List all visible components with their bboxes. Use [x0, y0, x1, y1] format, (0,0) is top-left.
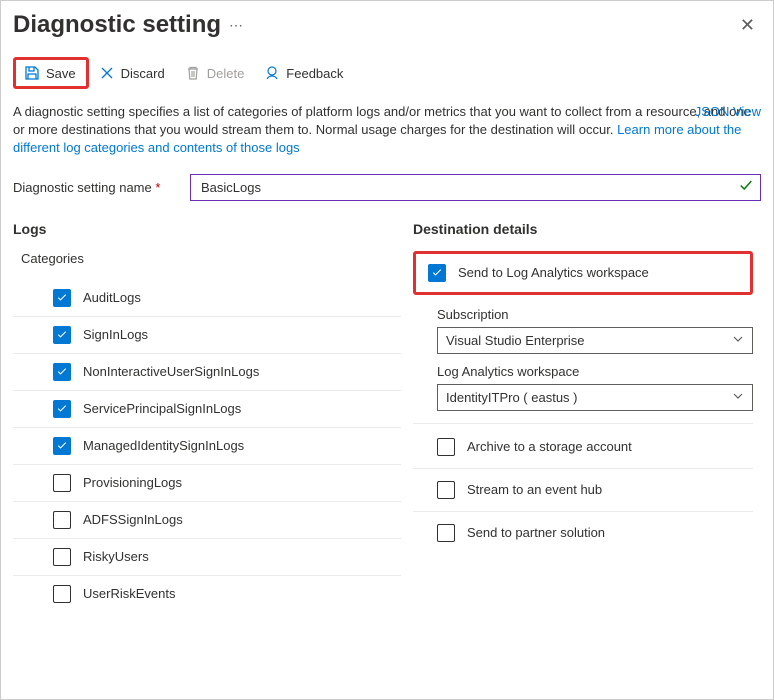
subscription-label: Subscription: [437, 307, 753, 322]
setting-name-label: Diagnostic setting name *: [13, 180, 178, 195]
log-label: UserRiskEvents: [83, 586, 175, 601]
log-checkbox[interactable]: [53, 400, 71, 418]
categories-label: Categories: [21, 251, 413, 266]
log-item[interactable]: AuditLogs: [13, 280, 401, 317]
required-asterisk: *: [155, 180, 160, 195]
subscription-value: Visual Studio Enterprise: [446, 333, 585, 348]
log-checkbox[interactable]: [53, 363, 71, 381]
logs-title: Logs: [13, 221, 413, 237]
send-law-option[interactable]: Send to Log Analytics workspace: [413, 251, 753, 295]
stream-label: Stream to an event hub: [467, 482, 602, 497]
log-item[interactable]: ADFSSignInLogs: [13, 502, 401, 539]
log-label: SignInLogs: [83, 327, 148, 342]
json-view-link[interactable]: JSON View: [695, 103, 761, 121]
description: JSON View A diagnostic setting specifies…: [13, 103, 761, 158]
save-icon: [24, 65, 40, 81]
log-checkbox[interactable]: [53, 437, 71, 455]
log-checkbox[interactable]: [53, 585, 71, 603]
setting-name-text: Diagnostic setting name: [13, 180, 152, 195]
delete-label: Delete: [207, 66, 245, 81]
save-label: Save: [46, 66, 76, 81]
chevron-down-icon: [732, 333, 744, 348]
send-law-checkbox[interactable]: [428, 264, 446, 282]
delete-icon: [185, 65, 201, 81]
setting-name-row: Diagnostic setting name *: [13, 174, 761, 201]
feedback-button[interactable]: Feedback: [256, 60, 353, 86]
main-columns: Logs Categories AuditLogs SignInLogs NonIn…: [13, 221, 761, 612]
destination-column: Destination details Send to Log Analytic…: [413, 221, 761, 612]
chevron-down-icon: [732, 390, 744, 405]
archive-checkbox[interactable]: [437, 438, 455, 456]
setting-name-input-wrap: [190, 174, 761, 201]
close-button[interactable]: ✕: [734, 13, 761, 38]
partner-checkbox[interactable]: [437, 524, 455, 542]
log-checkbox[interactable]: [53, 511, 71, 529]
partner-option[interactable]: Send to partner solution: [413, 512, 753, 554]
log-item[interactable]: UserRiskEvents: [13, 576, 401, 612]
log-checkbox[interactable]: [53, 474, 71, 492]
log-checkbox[interactable]: [53, 326, 71, 344]
law-details: Subscription Visual Studio Enterprise Lo…: [413, 307, 753, 424]
workspace-value: IdentityITPro ( eastus ): [446, 390, 578, 405]
feedback-label: Feedback: [286, 66, 343, 81]
archive-label: Archive to a storage account: [467, 439, 632, 454]
workspace-select[interactable]: IdentityITPro ( eastus ): [437, 384, 753, 411]
logs-column: Logs Categories AuditLogs SignInLogs NonIn…: [13, 221, 413, 612]
logs-list: AuditLogs SignInLogs NonInteractiveUserSig…: [13, 280, 413, 612]
log-item[interactable]: ServicePrincipalSignInLogs: [13, 391, 401, 428]
destination-title: Destination details: [413, 221, 753, 237]
partner-label: Send to partner solution: [467, 525, 605, 540]
log-checkbox[interactable]: [53, 289, 71, 307]
discard-icon: [99, 65, 115, 81]
save-button[interactable]: Save: [16, 60, 86, 86]
workspace-label: Log Analytics workspace: [437, 364, 753, 379]
log-item[interactable]: ManagedIdentitySignInLogs: [13, 428, 401, 465]
more-ellipsis[interactable]: ⋯: [229, 17, 245, 34]
delete-button: Delete: [177, 60, 255, 86]
subscription-select[interactable]: Visual Studio Enterprise: [437, 327, 753, 354]
log-item[interactable]: NonInteractiveUserSignInLogs: [13, 354, 401, 391]
log-item[interactable]: ProvisioningLogs: [13, 465, 401, 502]
feedback-icon: [264, 65, 280, 81]
stream-checkbox[interactable]: [437, 481, 455, 499]
log-label: ProvisioningLogs: [83, 475, 182, 490]
setting-name-input[interactable]: [190, 174, 761, 201]
discard-button[interactable]: Discard: [91, 60, 175, 86]
log-item[interactable]: SignInLogs: [13, 317, 401, 354]
archive-option[interactable]: Archive to a storage account: [413, 426, 753, 469]
log-label: RiskyUsers: [83, 549, 149, 564]
log-checkbox[interactable]: [53, 548, 71, 566]
log-label: ServicePrincipalSignInLogs: [83, 401, 241, 416]
page-title: Diagnostic setting: [13, 11, 221, 39]
log-label: ManagedIdentitySignInLogs: [83, 438, 244, 453]
check-icon: [739, 179, 753, 196]
log-label: AuditLogs: [83, 290, 141, 305]
save-highlight: Save: [13, 57, 89, 89]
stream-option[interactable]: Stream to an event hub: [413, 469, 753, 512]
discard-label: Discard: [121, 66, 165, 81]
log-item[interactable]: RiskyUsers: [13, 539, 401, 576]
toolbar: Save Discard Delete Feedback: [13, 57, 761, 89]
send-law-label: Send to Log Analytics workspace: [458, 265, 649, 280]
header: Diagnostic setting ⋯ ✕: [13, 11, 761, 39]
log-label: ADFSSignInLogs: [83, 512, 183, 527]
log-label: NonInteractiveUserSignInLogs: [83, 364, 259, 379]
